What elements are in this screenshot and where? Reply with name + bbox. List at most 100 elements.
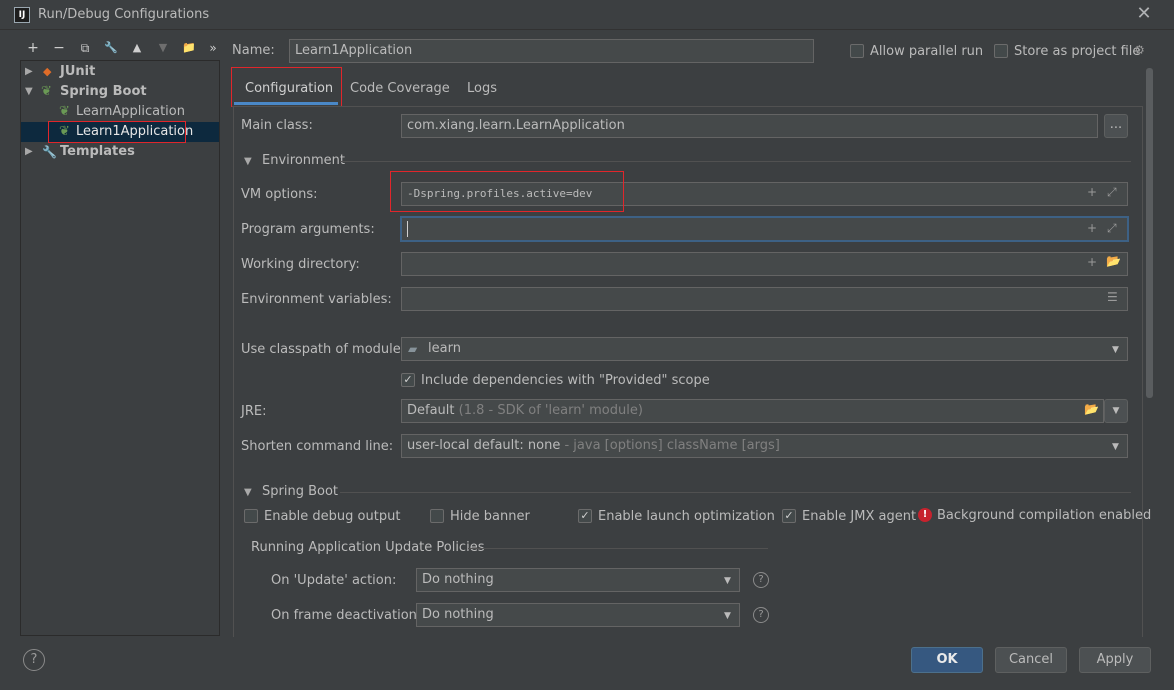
update-action-label: On 'Update' action:: [271, 573, 397, 588]
classpath-module-select[interactable]: learn: [401, 337, 1128, 361]
help-icon[interactable]: ?: [753, 572, 769, 588]
highlight-box: [390, 171, 624, 212]
allow-parallel-run-label[interactable]: Allow parallel run: [870, 44, 983, 59]
spring-app-icon: ❦: [59, 104, 70, 119]
include-provided-checkbox[interactable]: ✓: [401, 373, 415, 387]
new-folder-icon[interactable]: 📁: [180, 39, 198, 57]
add-plus-icon[interactable]: +: [1087, 255, 1097, 269]
section-separator: [340, 161, 1131, 162]
module-folder-icon: ▰: [408, 342, 418, 356]
intellij-app-icon: IJ: [14, 7, 30, 23]
environment-variables-field[interactable]: [401, 287, 1128, 311]
add-plus-icon[interactable]: +: [1087, 221, 1097, 235]
spring-boot-section-title[interactable]: Spring Boot: [262, 484, 338, 499]
main-class-label: Main class:: [241, 118, 313, 133]
tree-item-learn-application[interactable]: ❦ LearnApplication: [21, 102, 219, 122]
tree-item-label: Spring Boot: [60, 84, 147, 99]
text-cursor: [407, 221, 408, 237]
chevron-down-icon[interactable]: ▼: [1112, 345, 1119, 355]
ok-button[interactable]: OK: [911, 647, 983, 673]
error-icon: !: [918, 508, 932, 522]
section-separator: [468, 548, 768, 549]
window-title: Run/Debug Configurations: [38, 7, 210, 22]
remove-configuration-button[interactable]: −: [50, 39, 68, 57]
store-as-project-file-label[interactable]: Store as project file: [1014, 44, 1140, 59]
tree-item-label: LearnApplication: [76, 104, 185, 119]
program-arguments-field[interactable]: [400, 216, 1129, 242]
chevron-down-icon[interactable]: ▼: [724, 611, 731, 621]
help-button[interactable]: ?: [23, 649, 45, 671]
enable-launch-optimization-label[interactable]: Enable launch optimization: [598, 509, 775, 524]
cancel-button[interactable]: Cancel: [995, 647, 1067, 673]
add-configuration-button[interactable]: +: [24, 39, 42, 57]
include-provided-label[interactable]: Include dependencies with "Provided" sco…: [421, 373, 710, 388]
more-actions-icon[interactable]: »: [204, 39, 222, 57]
working-directory-label: Working directory:: [241, 257, 360, 272]
allow-parallel-run-checkbox[interactable]: [850, 44, 864, 58]
browse-main-class-button[interactable]: ...: [1104, 114, 1128, 138]
hide-banner-label[interactable]: Hide banner: [450, 509, 530, 524]
name-field[interactable]: Learn1Application: [289, 39, 814, 63]
enable-debug-output-label[interactable]: Enable debug output: [264, 509, 400, 524]
collapsed-arrow-icon[interactable]: ▶: [25, 142, 33, 162]
chevron-down-icon[interactable]: ▼: [1112, 442, 1119, 452]
tree-item-junit[interactable]: ▶ ◆ JUnit: [21, 62, 219, 82]
shorten-value: user-local default: none: [407, 438, 561, 453]
section-collapse-arrow-icon[interactable]: ▼: [244, 487, 252, 498]
gear-icon[interactable]: ⚙: [1134, 43, 1145, 57]
section-separator: [340, 492, 1131, 493]
chevron-down-icon[interactable]: ▼: [724, 576, 731, 586]
vm-options-label: VM options:: [241, 187, 318, 202]
move-down-button[interactable]: ▼: [154, 39, 172, 57]
enable-debug-output-checkbox[interactable]: [244, 509, 258, 523]
tree-item-templates[interactable]: ▶ 🔧 Templates: [21, 142, 219, 162]
collapsed-arrow-icon[interactable]: ▶: [25, 62, 33, 82]
shorten-hint: - java [options] className [args]: [564, 438, 780, 453]
enable-launch-optimization-checkbox[interactable]: ✓: [578, 509, 592, 523]
classpath-module-label: Use classpath of module:: [241, 342, 406, 357]
jre-dropdown-button[interactable]: ▼: [1104, 399, 1128, 423]
store-as-project-file-checkbox[interactable]: [994, 44, 1008, 58]
folder-icon[interactable]: 📂: [1084, 402, 1099, 416]
edit-defaults-wrench-icon[interactable]: 🔧: [102, 39, 120, 57]
tab-logs[interactable]: Logs: [467, 81, 497, 96]
copy-configuration-button[interactable]: ⧉: [76, 39, 94, 57]
shorten-command-line-select[interactable]: user-local default: none - java [options…: [401, 434, 1128, 458]
enable-jmx-agent-checkbox[interactable]: ✓: [782, 509, 796, 523]
main-class-field[interactable]: com.xiang.learn.LearnApplication: [401, 114, 1098, 138]
hide-banner-checkbox[interactable]: [430, 509, 444, 523]
configuration-tree[interactable]: ▶ ◆ JUnit ▼ ❦ Spring Boot ❦ LearnApplica…: [20, 60, 220, 636]
tree-item-label: JUnit: [60, 64, 96, 79]
close-icon[interactable]: ✕: [1134, 3, 1154, 25]
working-directory-field[interactable]: [401, 252, 1128, 276]
expand-icon[interactable]: ⤢: [1107, 185, 1117, 200]
frame-deactivation-label: On frame deactivation:: [271, 608, 422, 623]
folder-icon[interactable]: 📂: [1106, 254, 1121, 268]
expand-icon[interactable]: ⤢: [1107, 221, 1117, 236]
highlight-box: [231, 67, 342, 107]
background-compilation-status: Background compilation enabled: [937, 508, 1152, 523]
jre-field[interactable]: Default (1.8 - SDK of 'learn' module): [401, 399, 1104, 423]
tab-code-coverage[interactable]: Code Coverage: [350, 81, 450, 96]
edit-list-icon[interactable]: ☰: [1107, 290, 1118, 304]
shorten-command-line-label: Shorten command line:: [241, 439, 394, 454]
jre-hint: (1.8 - SDK of 'learn' module): [458, 403, 643, 418]
enable-jmx-agent-label[interactable]: Enable JMX agent: [802, 509, 916, 524]
highlight-box: [48, 121, 186, 143]
tree-item-spring-boot[interactable]: ▼ ❦ Spring Boot: [21, 82, 219, 102]
section-collapse-arrow-icon[interactable]: ▼: [244, 156, 252, 167]
help-icon[interactable]: ?: [753, 607, 769, 623]
scrollbar-thumb[interactable]: [1146, 68, 1153, 398]
add-plus-icon[interactable]: +: [1087, 185, 1097, 199]
name-label: Name:: [232, 43, 275, 58]
move-up-button[interactable]: ▲: [128, 39, 146, 57]
wrench-icon: 🔧: [42, 145, 57, 159]
program-arguments-label: Program arguments:: [241, 222, 375, 237]
jre-value: Default: [407, 403, 455, 418]
update-action-select[interactable]: Do nothing: [416, 568, 740, 592]
apply-button[interactable]: Apply: [1079, 647, 1151, 673]
spring-boot-icon: ❦: [41, 84, 52, 99]
environment-section-title[interactable]: Environment: [262, 153, 345, 168]
frame-deactivation-select[interactable]: Do nothing: [416, 603, 740, 627]
expanded-arrow-icon[interactable]: ▼: [25, 82, 33, 102]
